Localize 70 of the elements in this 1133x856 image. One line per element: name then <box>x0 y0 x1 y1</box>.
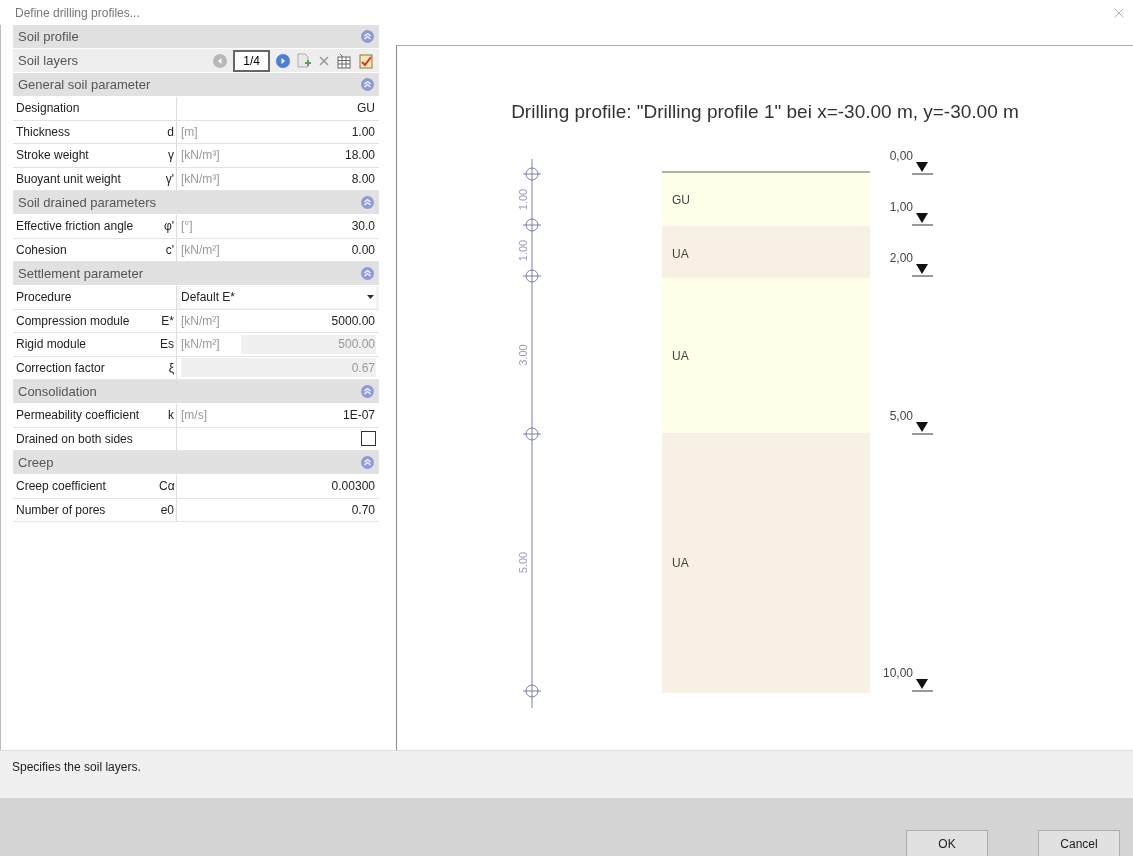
elevation-label: 2,00 <box>889 251 913 265</box>
value-field[interactable]: 0.00300 <box>181 476 376 496</box>
unit: [m] <box>181 124 199 139</box>
row-label: Effective friction angle <box>15 219 135 234</box>
symbol: φ' <box>162 219 175 234</box>
unit: [kN/m²] <box>181 337 221 352</box>
row-label: Creep coefficient <box>15 479 107 494</box>
layer-label: UA <box>672 348 689 363</box>
layer-label: UA <box>672 247 689 261</box>
dimension-label: 5.00 <box>517 551 529 574</box>
symbol: k <box>167 408 175 423</box>
row-label: Cohesion <box>15 242 68 257</box>
profile-title: Drilling profile: "Drilling profile 1" bei x=-30.00 m, y=-30.00 m <box>511 101 1019 122</box>
page-field[interactable]: 1/4 <box>233 49 270 72</box>
cancel-button[interactable]: Cancel <box>1038 830 1120 856</box>
value-field[interactable]: 5000.00 <box>241 311 376 331</box>
unit: [m/s] <box>181 408 208 423</box>
section-title: Consolidation <box>18 384 97 399</box>
elevation-label: 5,00 <box>889 409 913 423</box>
symbol: ξ <box>167 360 175 375</box>
section-title: Soil profile <box>18 29 79 44</box>
value-field[interactable]: 18.00 <box>241 145 376 165</box>
row-label: Designation <box>15 101 81 116</box>
symbol: c' <box>164 242 175 257</box>
layer-label: UA <box>672 556 689 570</box>
status-text: Specifies the soil layers. <box>12 760 141 774</box>
row-label: Soil layers <box>18 53 79 68</box>
symbol: E* <box>160 313 175 328</box>
elevation-label: 1,00 <box>889 200 913 214</box>
row-label: Number of pores <box>15 502 107 517</box>
row-label: Drained on both sides <box>15 431 134 446</box>
unit: [kN/m²] <box>181 242 221 257</box>
row-label: Procedure <box>15 290 73 305</box>
value-field[interactable]: 8.00 <box>241 169 376 189</box>
symbol: γ' <box>164 171 175 186</box>
elevation-label: 0,00 <box>889 149 913 163</box>
value-field[interactable]: 0.00 <box>241 240 376 260</box>
value-field[interactable]: 1.00 <box>241 122 376 142</box>
elevation-label: 10,00 <box>882 666 913 680</box>
row-label: Thickness <box>15 124 72 139</box>
value-field[interactable]: 0.70 <box>181 500 376 520</box>
layer-label: GU <box>672 193 690 207</box>
section-title: Creep <box>18 455 54 470</box>
section-title: Soil drained parameters <box>18 195 157 210</box>
section-title: Settlement parameter <box>18 266 143 281</box>
dimension-label: 3.00 <box>517 344 529 366</box>
row-label: Buoyant unit weight <box>15 171 122 186</box>
unit: [°] <box>181 219 194 234</box>
symbol: Cα <box>159 479 176 494</box>
ok-button[interactable]: OK <box>906 830 988 856</box>
dropdown[interactable]: Default E* <box>181 286 376 308</box>
symbol: Es <box>159 337 175 352</box>
symbol: γ <box>167 148 175 163</box>
unit: [kN/m³] <box>181 171 221 186</box>
row-label: Rigid module <box>15 337 88 352</box>
symbol: e0 <box>159 502 175 517</box>
dimension-label: 1.00 <box>517 239 529 262</box>
row-label: Stroke weight <box>15 148 90 163</box>
row-label: Correction factor <box>15 360 106 375</box>
symbol: d <box>166 124 175 139</box>
dimension-label: 1.00 <box>517 188 529 211</box>
unit: [kN/m²] <box>181 313 221 328</box>
value-field[interactable]: 1E-07 <box>241 405 376 425</box>
row-label: Compression module <box>15 313 131 328</box>
section-title: General soil parameter <box>18 77 151 92</box>
value-field[interactable]: 30.0 <box>241 216 376 236</box>
row-label: Permeability coefficient <box>15 408 141 423</box>
value-field[interactable]: GU <box>181 98 376 118</box>
window-title: Define drilling profiles... <box>15 5 140 20</box>
unit: [kN/m³] <box>181 148 221 163</box>
